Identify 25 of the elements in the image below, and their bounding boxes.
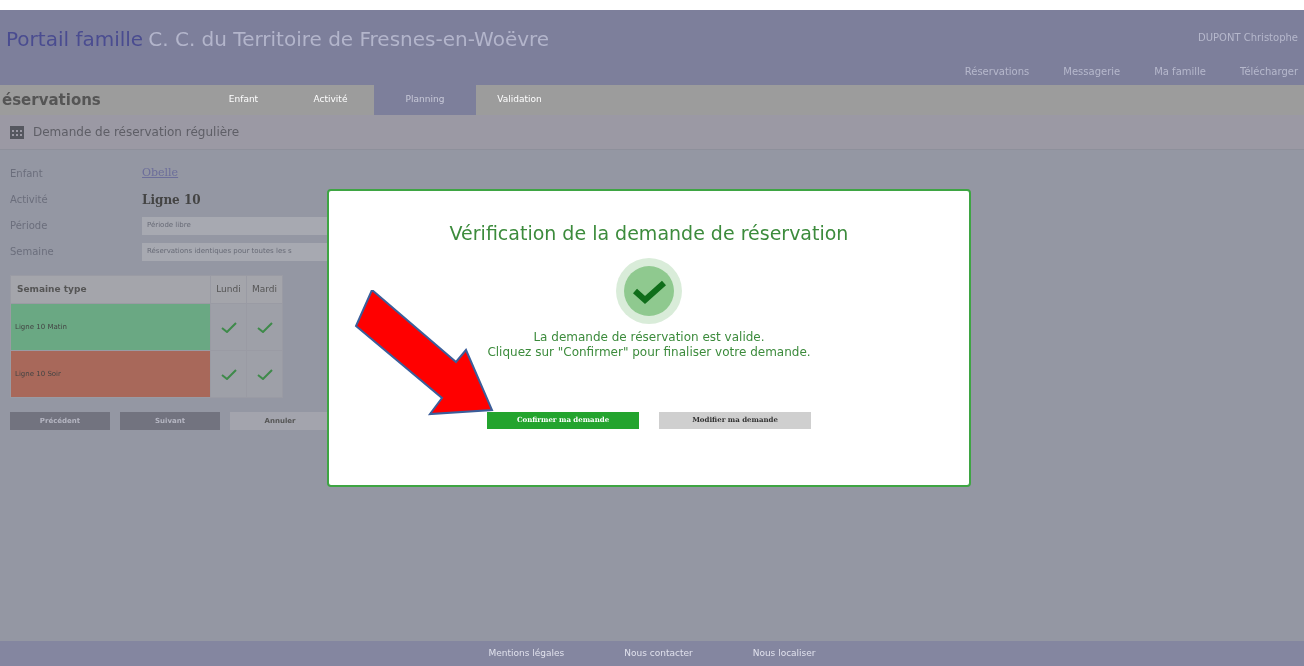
step-tab[interactable]: Planning [374,85,476,115]
step-tab[interactable]: Enfant [200,85,287,115]
section-title: Demande de réservation régulière [33,124,240,141]
step-tab[interactable]: Validation [476,85,563,115]
check-icon[interactable] [256,322,273,333]
column-header: Semaine type [10,275,211,304]
field-value: Ligne 10 [142,191,201,209]
column-header: Lundi [210,275,247,304]
footer-link[interactable]: Nous localiser [752,646,816,661]
calendar-icon [9,124,25,140]
nav-link[interactable]: Réservations [964,64,1030,79]
column-header: Mardi [246,275,283,304]
check-icon[interactable] [220,322,237,333]
nav-link[interactable]: Messagerie [1063,64,1121,79]
page-title: éservations [1,89,102,111]
step-tab[interactable]: Activité [287,85,374,115]
check-icon[interactable] [220,369,237,380]
nav-link[interactable]: Télécharger [1240,64,1298,79]
user-name[interactable]: DUPONT Christophe [1198,10,1298,45]
dialog-message: Cliquez sur "Confirmer" pour finaliser votre demande. [487,344,811,360]
dialog-title: Vérification de la demande de réservation [449,221,849,246]
footer-link[interactable]: Mentions légales [488,646,565,661]
check-icon[interactable] [256,369,273,380]
dialog-message: La demande de réservation est valide. [532,329,766,345]
footer-link[interactable]: Nous contacter [624,646,693,661]
